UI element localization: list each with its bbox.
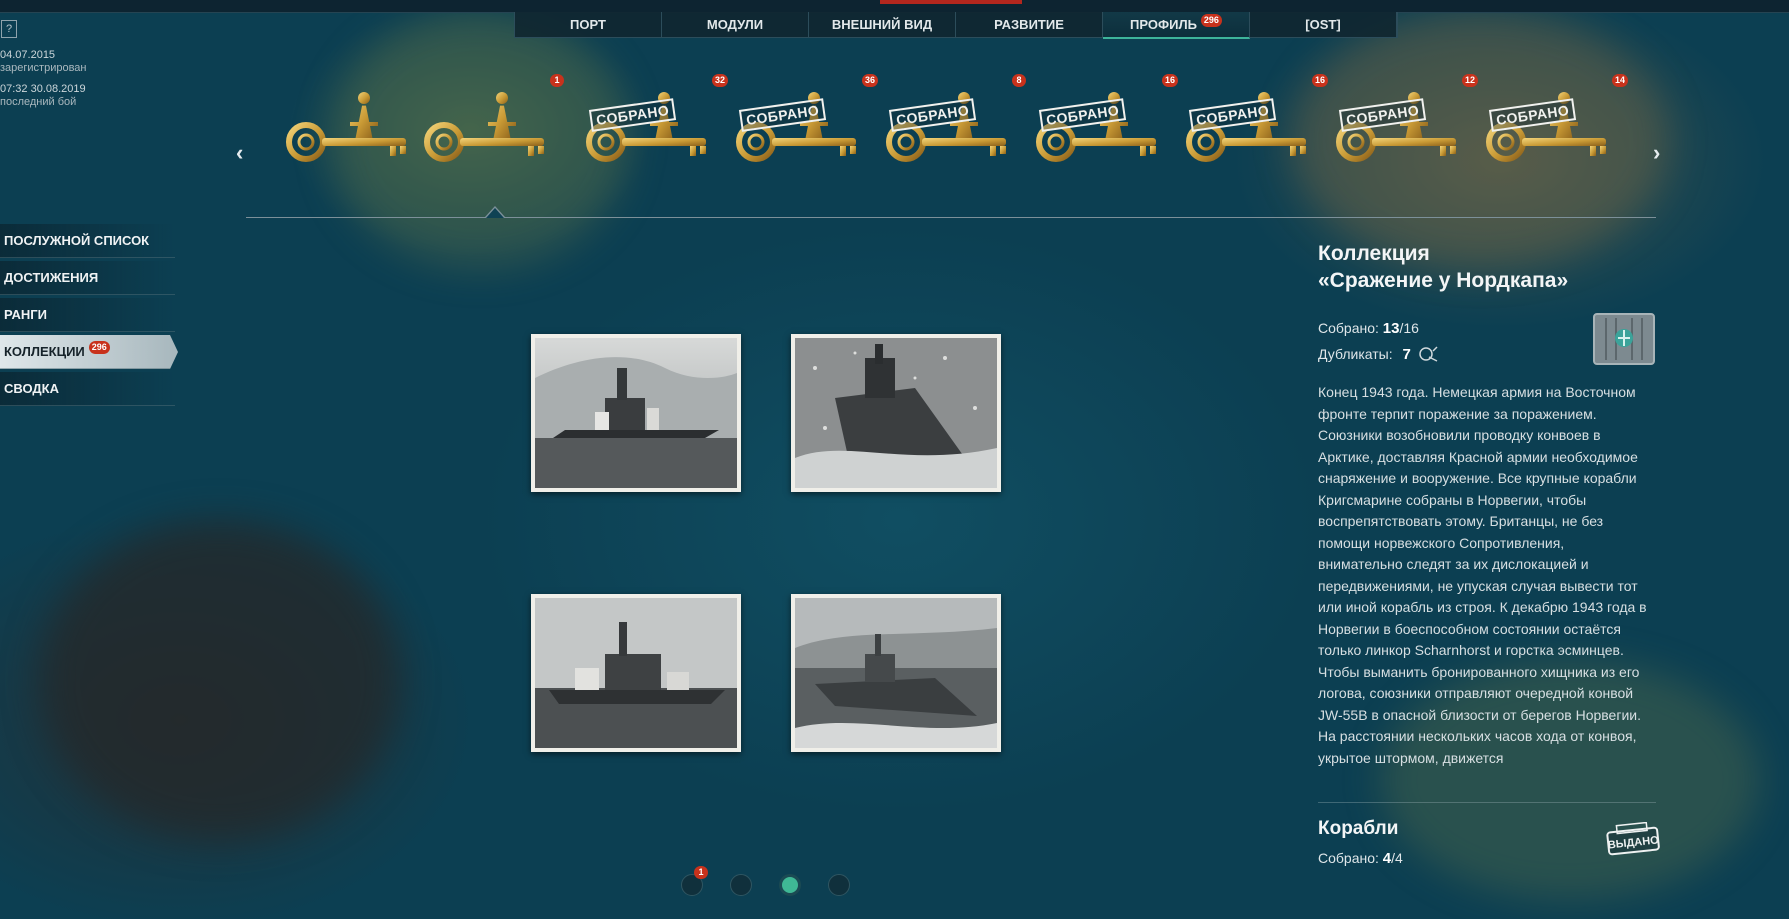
profile-badge: 296 <box>1200 14 1222 27</box>
collection-count-badge: 1 <box>550 74 564 87</box>
battleship-storm-photo <box>795 338 997 488</box>
collection-count-badge: 12 <box>1462 74 1479 87</box>
pager-dot[interactable] <box>828 874 850 896</box>
collection-key[interactable]: СОБРАНО 16 <box>1180 74 1329 172</box>
collected-total: /16 <box>1399 320 1419 336</box>
help-button[interactable]: ? <box>1 20 17 38</box>
battleship-photo <box>535 338 737 488</box>
description-divider <box>1318 802 1656 803</box>
collection-description: Конец 1943 года. Немецкая армия на Восто… <box>1318 384 1647 766</box>
sidebar-item-ranks[interactable]: РАНГИ <box>0 298 175 332</box>
tab-appearance[interactable]: ВНЕШНИЙ ВИД <box>809 12 956 37</box>
ships-collected-value: 4 <box>1382 850 1392 867</box>
collection-key[interactable]: СОБРАНО 32 <box>580 74 729 172</box>
collection-count-badge: 8 <box>1012 74 1026 87</box>
camera-decoration <box>40 520 400 840</box>
pager-badge: 1 <box>694 866 708 879</box>
pager-dot[interactable] <box>779 874 801 896</box>
selected-collection-pointer <box>485 206 505 218</box>
exchange-icon[interactable] <box>1418 345 1439 366</box>
registered-date: 04.07.2015 <box>0 49 56 61</box>
ships-title: Корабли <box>1318 818 1399 839</box>
registered-label: зарегистрирован <box>0 62 87 74</box>
pager-dot[interactable] <box>730 874 752 896</box>
collection-key[interactable]: СОБРАНО 36 <box>730 74 879 172</box>
ships-collected-stat: Собрано: 4/4 <box>1318 850 1403 867</box>
pager-dot[interactable]: 1 <box>681 866 708 896</box>
key-sun-emblem-icon <box>286 92 406 162</box>
main-nav: ПОРТ МОДУЛИ ВНЕШНИЙ ВИД РАЗВИТИЕ ПРОФИЛЬ… <box>514 12 1398 39</box>
last-battle-label: последний бой <box>0 96 77 108</box>
collection-photo[interactable] <box>791 594 1001 752</box>
collection-title-line1: Коллекция <box>1318 242 1430 265</box>
collected-stat: Собрано: 13/16 <box>1318 320 1419 337</box>
duplicates-value: 7 <box>1402 346 1411 364</box>
collected-value: 13 <box>1382 320 1400 337</box>
destroyer-photo <box>795 598 997 748</box>
collection-key[interactable]: 1 <box>418 74 564 172</box>
carousel-prev-button[interactable]: ‹ <box>236 140 243 166</box>
tab-profile[interactable]: ПРОФИЛЬ 296 <box>1103 12 1250 39</box>
key-ship-icon <box>424 92 544 162</box>
collection-key[interactable]: СОБРАНО 8 <box>880 74 1026 172</box>
collection-count-badge: 14 <box>1612 74 1629 87</box>
tab-modules[interactable]: МОДУЛИ <box>662 12 809 37</box>
collections-badge: 296 <box>88 341 110 354</box>
collection-count-badge: 16 <box>1162 74 1179 87</box>
collection-photo[interactable] <box>531 594 741 752</box>
collection-key[interactable]: СОБРАНО 14 <box>1480 74 1629 172</box>
top-accent <box>880 0 1022 4</box>
collection-count-badge: 32 <box>712 74 729 87</box>
collection-count-badge: 16 <box>1312 74 1329 87</box>
tab-port[interactable]: ПОРТ <box>515 12 662 37</box>
tab-development[interactable]: РАЗВИТИЕ <box>956 12 1103 37</box>
collection-title-line2: «Сражение у Нордкапа» <box>1318 269 1569 292</box>
carousel-next-button[interactable]: › <box>1653 140 1660 166</box>
collection-count-badge: 36 <box>862 74 879 87</box>
tab-clan[interactable]: [OST] <box>1250 12 1397 37</box>
sidebar-item-summary[interactable]: СВОДКА <box>0 372 175 406</box>
supply-container-icon <box>1592 308 1656 366</box>
collection-photo[interactable] <box>531 334 741 492</box>
sidebar-item-achievements[interactable]: ДОСТИЖЕНИЯ <box>0 261 175 295</box>
sidebar-item-service-record[interactable]: ПОСЛУЖНОЙ СПИСОК <box>0 224 175 258</box>
sidebar-item-collections[interactable]: КОЛЛЕКЦИИ 296 <box>0 335 178 369</box>
last-battle-datetime: 07:32 30.08.2019 <box>0 83 86 95</box>
collection-key[interactable] <box>280 80 420 172</box>
issued-stamp-icon: ВЫДАНО <box>1604 821 1662 858</box>
ships-collected-total: /4 <box>1391 850 1403 866</box>
collection-photo[interactable] <box>791 334 1001 492</box>
duplicates-stat: Дубликаты: 7 <box>1318 345 1439 366</box>
collection-key[interactable]: СОБРАНО 16 <box>1030 74 1179 172</box>
carousel-divider <box>246 217 1656 218</box>
collection-key[interactable]: СОБРАНО 12 <box>1330 74 1479 172</box>
cruiser-photo <box>535 598 737 748</box>
